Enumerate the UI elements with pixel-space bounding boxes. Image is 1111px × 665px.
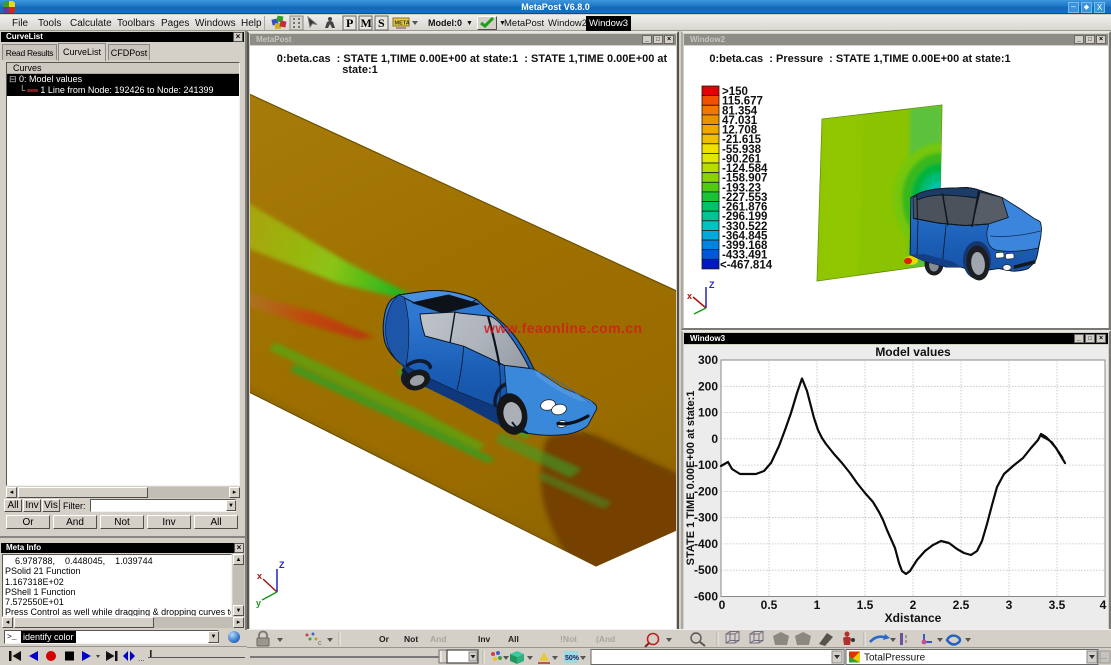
svg-text:state:1: state:1 [342,64,377,76]
svg-text:(And: (And [596,634,615,644]
svg-text:...: ... [1101,654,1107,661]
svg-text:Model values: Model values [875,345,951,359]
svg-text:S: S [378,16,385,30]
svg-text:All: All [508,634,519,644]
svg-text:x: x [257,571,262,581]
svg-text:3.5: 3.5 [1049,598,1066,612]
svg-text:0.5: 0.5 [761,598,778,612]
svg-text:Z: Z [279,560,285,570]
svg-text:0:beta.cas : STATE 1,TIME 0.0: 0:beta.cas : STATE 1,TIME 0.00E+00 at st… [277,53,668,65]
svg-text:2.5: 2.5 [953,598,970,612]
svg-text:-100: -100 [694,458,718,472]
svg-text:And: And [430,634,447,644]
svg-text:1: 1 [814,598,821,612]
svg-text:0: 0 [711,432,718,446]
svg-text:-400: -400 [694,537,718,551]
svg-text:Inv: Inv [478,634,491,644]
svg-text:-500: -500 [694,563,718,577]
svg-text:Z: Z [709,280,715,290]
svg-text:Xdistance: Xdistance [885,611,942,625]
svg-text:c: c [318,640,322,647]
svg-text:-200: -200 [694,484,718,498]
svg-text:0: 0 [719,598,726,612]
svg-text:2: 2 [910,598,917,612]
svg-text:3: 3 [1006,598,1013,612]
svg-text:META: META [395,21,410,27]
svg-text:-300: -300 [694,511,718,525]
svg-text:y: y [256,598,261,608]
svg-text:0:beta.cas : Pressure : STAT: 0:beta.cas : Pressure : STATE 1,TIME 0.0… [709,53,1010,65]
svg-text:M: M [361,16,372,30]
svg-text:!Not: !Not [560,634,577,644]
svg-text:x: x [687,291,692,301]
svg-text:STATE 1 TIME 0.00E+00 at state: STATE 1 TIME 0.00E+00 at state:1 [685,391,697,566]
svg-text:TotalPressure: TotalPressure [864,653,926,664]
svg-text:P: P [346,16,353,30]
svg-text:Not: Not [404,634,418,644]
svg-text:<-467.814: <-467.814 [720,259,773,271]
svg-text:1.5: 1.5 [857,598,874,612]
svg-text:100: 100 [698,406,718,420]
svg-text:-600: -600 [694,590,718,604]
svg-text:4: 4 [1100,598,1107,612]
svg-text:200: 200 [698,379,718,393]
svg-text:300: 300 [698,353,718,367]
svg-text:50%: 50% [565,655,580,662]
svg-text:www.feaonline.com.cn: www.feaonline.com.cn [483,320,642,336]
svg-text:...: ... [138,654,145,663]
svg-text:Or: Or [379,634,390,644]
